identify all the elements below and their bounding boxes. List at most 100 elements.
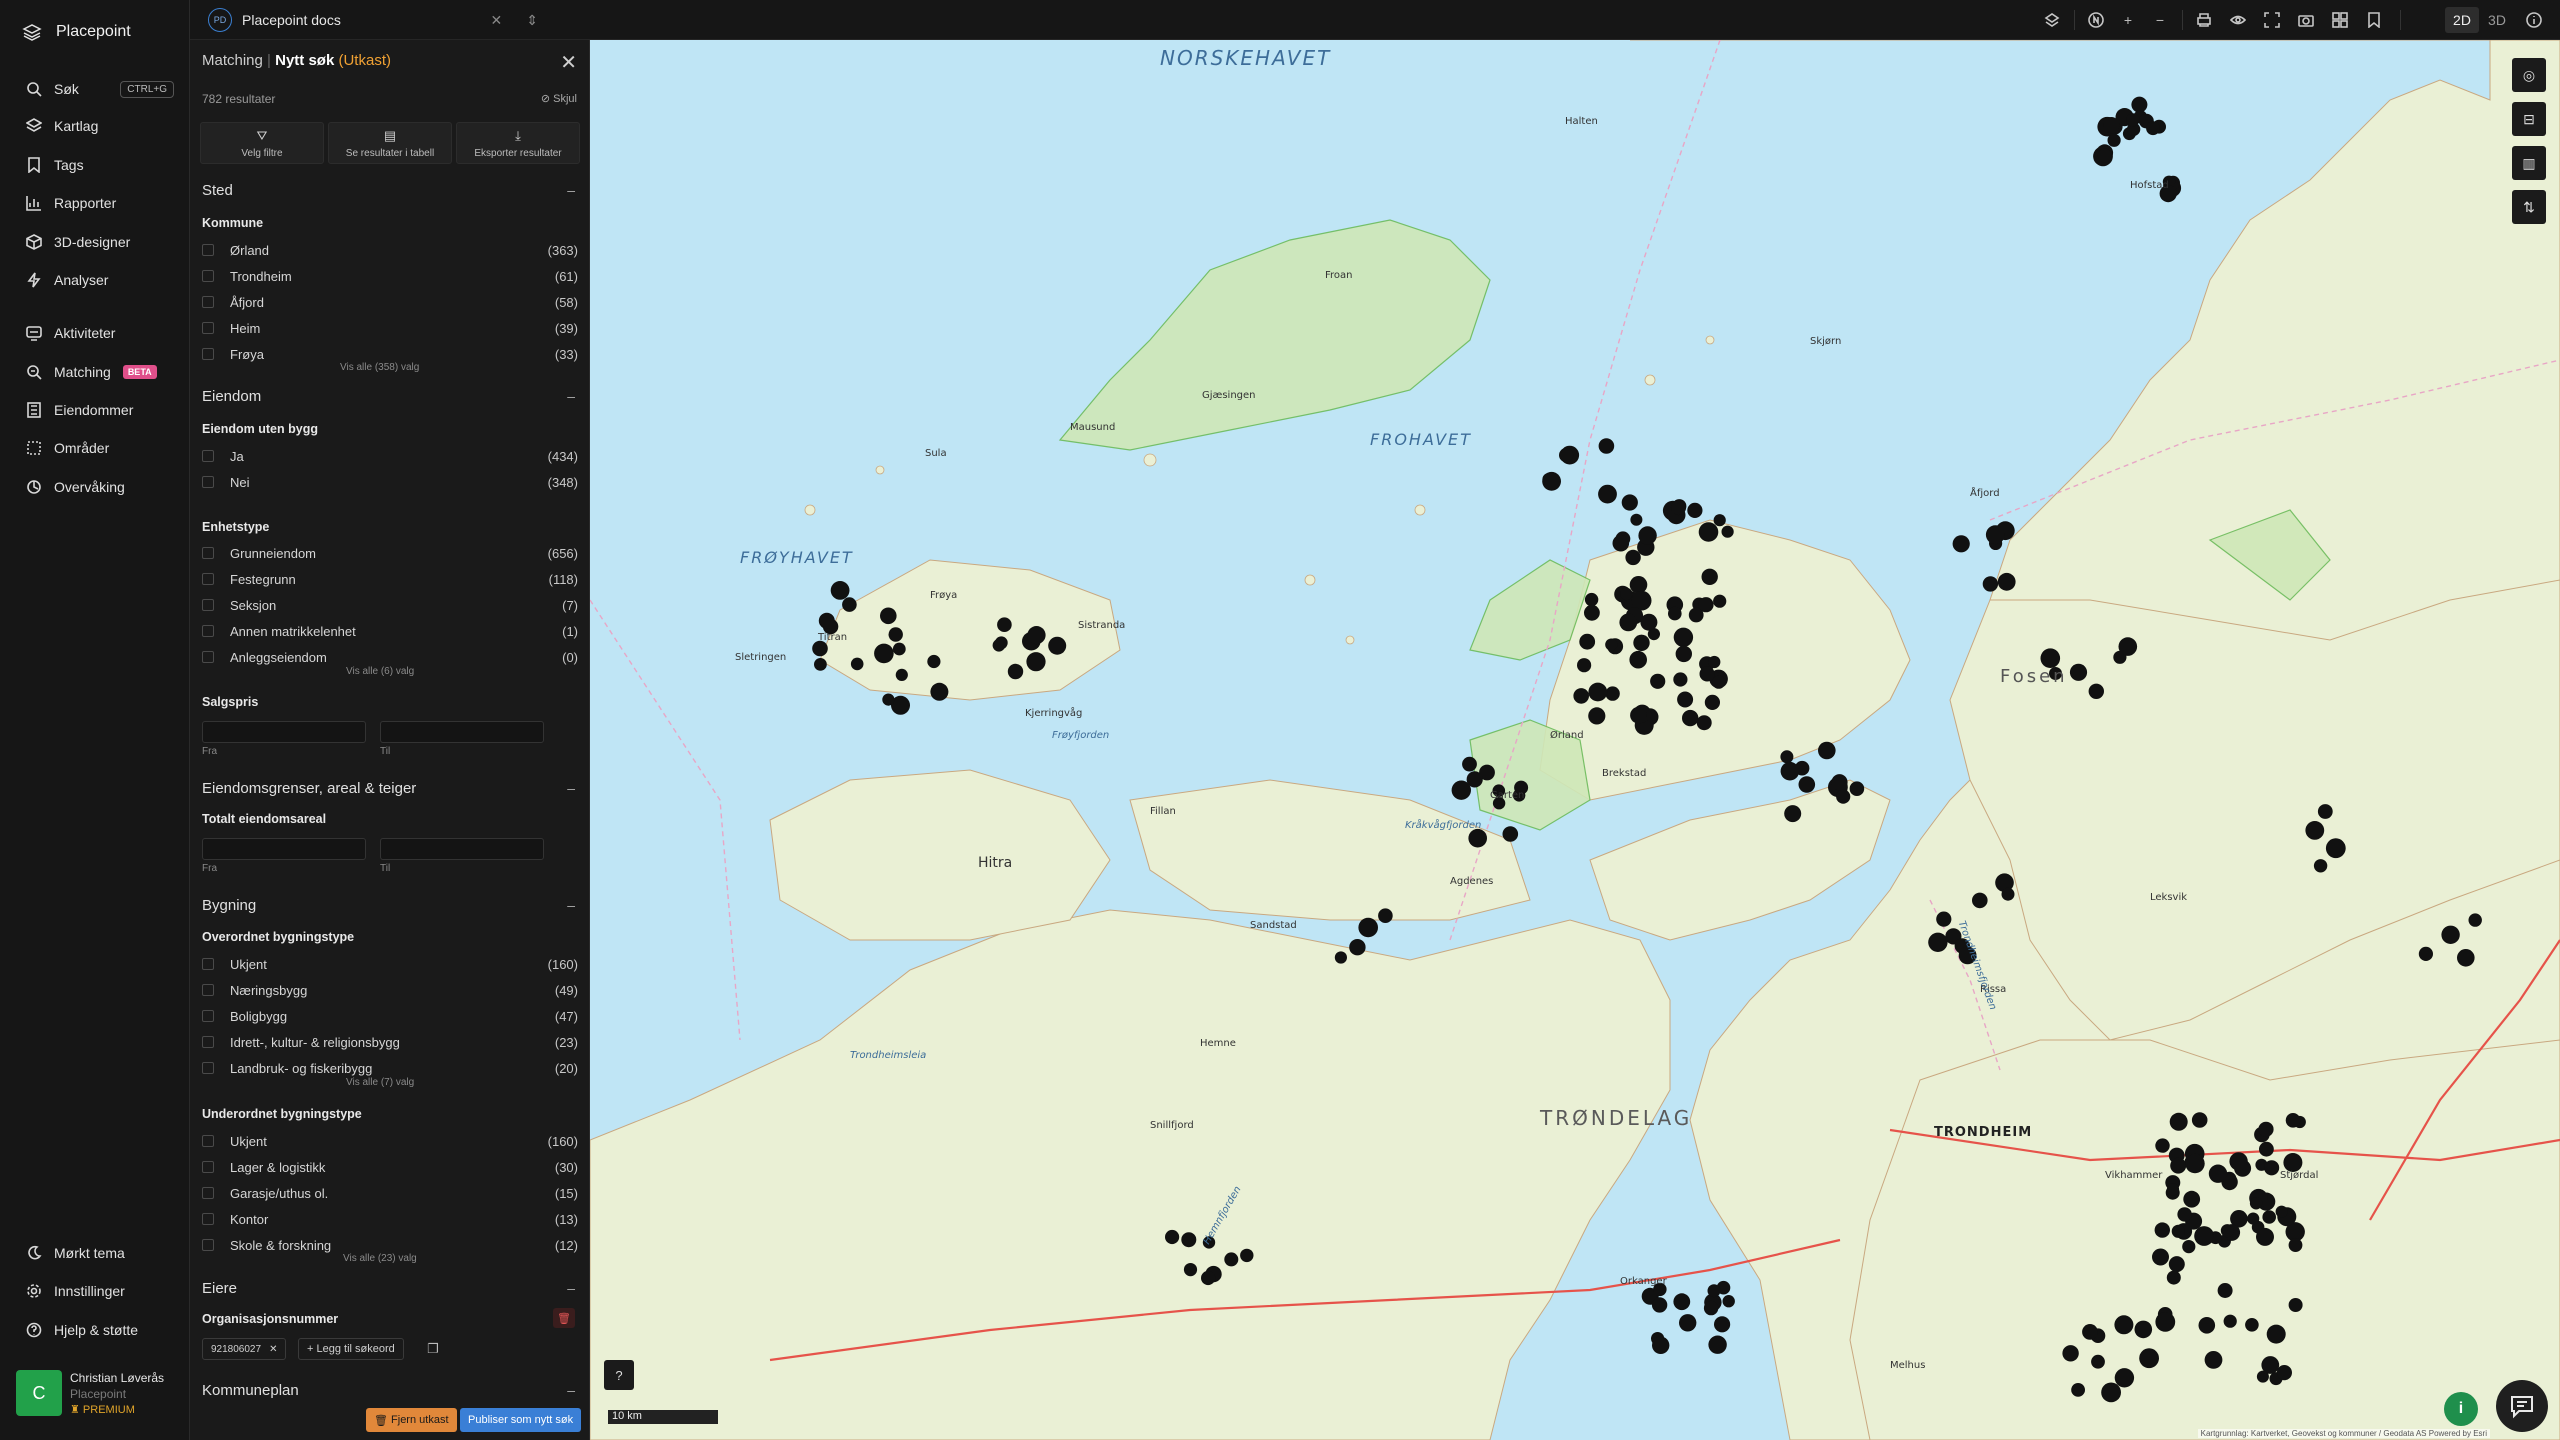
result-point[interactable] — [1358, 917, 1378, 938]
filter-option[interactable]: Boligbygg (47) — [202, 1006, 578, 1026]
result-point[interactable] — [1559, 448, 1574, 463]
sidebar-item-aktiviteter[interactable]: Aktiviteter — [0, 316, 190, 350]
sidebar-item-eiendommer[interactable]: Eiendommer — [0, 393, 190, 427]
result-point[interactable] — [2169, 1112, 2188, 1131]
collapse-icon[interactable]: – — [567, 1280, 575, 1296]
result-point[interactable] — [814, 658, 827, 671]
show-all-link[interactable]: Vis alle (6) valg — [346, 666, 414, 677]
result-point[interactable] — [2249, 1197, 2263, 1210]
collapse-icon[interactable]: – — [567, 780, 575, 796]
result-point[interactable] — [2317, 804, 2333, 819]
chevron-updown-icon[interactable]: ⇕ — [526, 12, 538, 29]
result-point[interactable] — [1780, 761, 1800, 781]
result-point[interactable] — [2170, 1157, 2187, 1174]
result-point[interactable] — [880, 607, 897, 625]
result-point[interactable] — [1831, 774, 1848, 791]
info-icon[interactable]: i — [2444, 1392, 2478, 1426]
brand[interactable]: Placepoint — [22, 22, 131, 42]
map-tool-select-icon[interactable]: ◎ — [2512, 58, 2546, 92]
filter-option[interactable]: Ukjent (160) — [202, 954, 578, 974]
map-view[interactable]: NORSKEHAVET FROHAVET FRØYHAVET TRØNDELAG… — [590, 40, 2560, 1440]
remove-draft-button[interactable]: 🗑 Fjern utkast — [366, 1408, 457, 1432]
result-point[interactable] — [1985, 525, 2005, 545]
price-from-input[interactable] — [202, 721, 366, 743]
result-point[interactable] — [2285, 1113, 2301, 1128]
collapse-icon[interactable]: – — [567, 182, 575, 198]
result-point[interactable] — [1584, 604, 1600, 621]
filter-option[interactable]: Festegrunn (118) — [202, 569, 578, 589]
sidebar-item-rapporter[interactable]: Rapporter — [0, 186, 190, 220]
result-point[interactable] — [2097, 148, 2112, 163]
filter-option[interactable]: Åfjord (58) — [202, 292, 578, 312]
filter-option[interactable]: Idrett-, kultur- & religionsbygg (23) — [202, 1032, 578, 1052]
sidebar-item-3d-designer[interactable]: 3D-designer — [0, 225, 190, 259]
checkbox[interactable] — [202, 1135, 214, 1147]
result-point[interactable] — [2091, 1354, 2105, 1369]
checkbox[interactable] — [202, 244, 214, 256]
fullscreen-icon[interactable] — [2262, 10, 2282, 30]
collapse-icon[interactable]: – — [567, 388, 575, 404]
result-point[interactable] — [2134, 1320, 2153, 1339]
result-point[interactable] — [2118, 637, 2138, 656]
result-point[interactable] — [1982, 576, 1999, 592]
result-point[interactable] — [2001, 887, 2015, 901]
checkbox[interactable] — [202, 322, 214, 334]
result-point[interactable] — [997, 617, 1012, 632]
sidebar-item-overvaking[interactable]: Overvåking — [0, 470, 190, 504]
clear-icon[interactable]: ✕ — [491, 12, 503, 29]
checkbox[interactable] — [202, 625, 214, 637]
result-point[interactable] — [1598, 484, 1617, 504]
result-point[interactable] — [2208, 1164, 2228, 1183]
result-point[interactable] — [1698, 597, 1714, 613]
result-point[interactable] — [1165, 1229, 1180, 1245]
section-title[interactable]: Sted — [202, 182, 233, 199]
result-point[interactable] — [2069, 663, 2088, 681]
result-point[interactable] — [1701, 568, 1718, 585]
checkbox[interactable] — [202, 1187, 214, 1199]
result-point[interactable] — [2185, 1153, 2205, 1174]
result-point[interactable] — [1673, 627, 1694, 647]
checkbox[interactable] — [202, 547, 214, 559]
result-point[interactable] — [1671, 500, 1686, 516]
result-point[interactable] — [1579, 633, 1596, 650]
result-point[interactable] — [1462, 756, 1477, 772]
result-point[interactable] — [1712, 675, 1726, 689]
result-point[interactable] — [1588, 707, 1606, 725]
section-title[interactable]: Bygning — [202, 897, 256, 914]
result-point[interactable] — [895, 668, 908, 682]
checkbox[interactable] — [202, 348, 214, 360]
area-from-input[interactable] — [202, 838, 366, 860]
trash-icon[interactable]: 🗑 — [553, 1308, 575, 1328]
result-point[interactable] — [2288, 1238, 2303, 1252]
result-point[interactable] — [1668, 606, 1682, 621]
help-icon[interactable]: ? — [604, 1360, 634, 1390]
result-point[interactable] — [2062, 1345, 2079, 1362]
result-point[interactable] — [818, 612, 835, 629]
checkbox[interactable] — [202, 1036, 214, 1048]
result-point[interactable] — [2088, 683, 2104, 699]
show-all-link[interactable]: Vis alle (358) valg — [340, 362, 419, 373]
result-point[interactable] — [2247, 1212, 2260, 1225]
result-point[interactable] — [888, 627, 903, 642]
checkbox[interactable] — [202, 450, 214, 462]
result-point[interactable] — [1928, 932, 1948, 952]
result-point[interactable] — [1679, 1314, 1697, 1332]
result-point[interactable] — [2256, 1227, 2274, 1246]
mode-3d-toggle[interactable]: 3D — [2480, 7, 2514, 33]
result-point[interactable] — [1573, 688, 1589, 704]
result-point[interactable] — [2264, 1160, 2280, 1176]
result-point[interactable] — [994, 636, 1008, 650]
result-point[interactable] — [2204, 1351, 2223, 1369]
result-point[interactable] — [2166, 1270, 2181, 1285]
result-point[interactable] — [2082, 1324, 2098, 1340]
filter-option[interactable]: Kontor (13) — [202, 1209, 578, 1229]
result-point[interactable] — [1707, 1284, 1721, 1298]
sidebar-item-search[interactable]: Søk CTRL+G — [0, 72, 190, 106]
sidebar-item-dark-theme[interactable]: Mørkt tema — [0, 1236, 190, 1270]
result-point[interactable] — [1784, 805, 1802, 823]
result-point[interactable] — [1612, 534, 1630, 552]
section-title[interactable]: Eiendomsgrenser, areal & teiger — [202, 780, 416, 797]
result-point[interactable] — [2305, 821, 2325, 840]
export-results-button[interactable]: ⤓ Eksporter resultater — [456, 122, 580, 164]
sidebar-item-omrader[interactable]: Områder — [0, 431, 190, 465]
